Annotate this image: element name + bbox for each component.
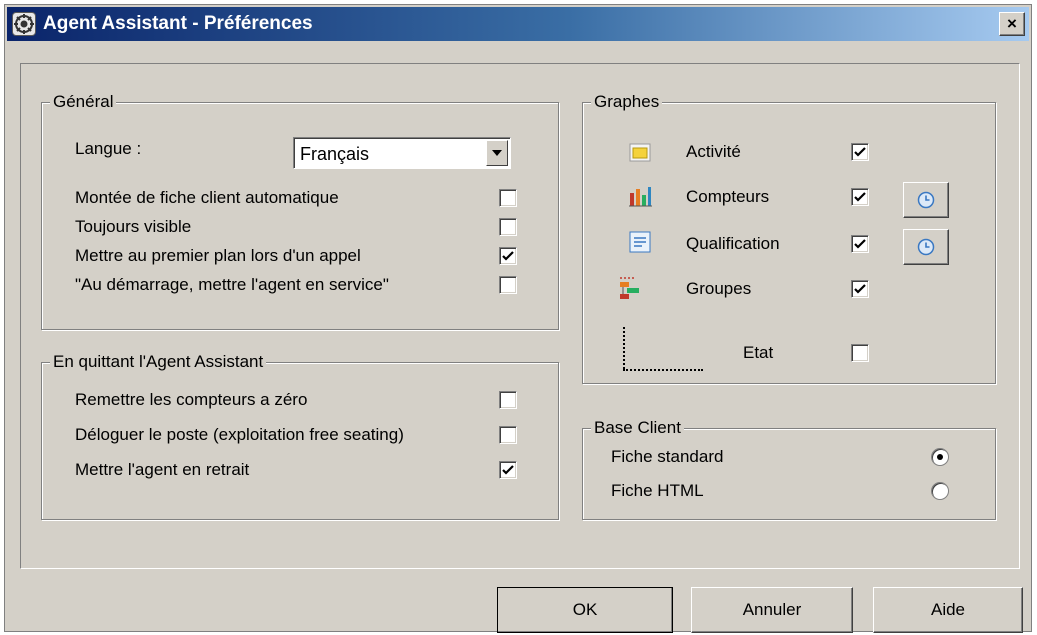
option-agent-withdraw-checkbox[interactable]: [499, 461, 517, 479]
counters-schedule-button[interactable]: [903, 182, 949, 218]
close-button[interactable]: ×: [999, 12, 1025, 36]
title-bar[interactable]: Agent Assistant - Préférences ×: [7, 7, 1029, 41]
activity-icon: [627, 139, 653, 165]
close-icon: ×: [1007, 14, 1017, 33]
option-always-visible-checkbox[interactable]: [499, 218, 517, 236]
bar-chart-icon: [627, 183, 653, 209]
content-panel: Général Langue : Français Montée de fich…: [20, 63, 1020, 569]
standard-file-radio[interactable]: [931, 448, 949, 466]
preferences-dialog: Agent Assistant - Préférences × Général …: [4, 4, 1032, 633]
general-legend: Général: [50, 92, 117, 112]
window-title: Agent Assistant - Préférences: [43, 13, 313, 34]
help-button[interactable]: Aide: [873, 587, 1023, 633]
checkmark-icon: [854, 147, 866, 157]
cancel-button[interactable]: Annuler: [691, 587, 853, 633]
option-reset-counters-label: Remettre les compteurs a zéro: [75, 390, 308, 409]
graph-groups-label: Groupes: [686, 279, 752, 298]
option-logout-station-label: Déloguer le poste (exploitation free sea…: [75, 425, 404, 444]
app-icon: [12, 12, 36, 36]
language-select[interactable]: Français: [293, 137, 511, 169]
checkmark-icon: [502, 465, 514, 475]
form-icon: [627, 229, 653, 255]
option-startup-in-service-checkbox[interactable]: [499, 276, 517, 294]
clock-icon: [917, 191, 935, 209]
on-quit-group: En quittant l'Agent Assistant Remettre l…: [41, 352, 559, 520]
option-auto-client-file-label: Montée de fiche client automatique: [75, 188, 339, 207]
graph-groups-checkbox[interactable]: [851, 280, 869, 298]
chevron-down-icon: [492, 150, 502, 156]
groups-tree-icon: [617, 275, 643, 301]
checkmark-icon: [502, 251, 514, 261]
base-client-group: Base Client Fiche standard Fiche HTML: [582, 418, 996, 520]
graph-activity-label: Activité: [686, 142, 741, 161]
ok-button[interactable]: OK: [497, 587, 673, 633]
graph-activity-checkbox[interactable]: [851, 143, 869, 161]
general-group: Général Langue : Français Montée de fich…: [41, 92, 559, 330]
graphs-group: Graphes Activité Compteurs Qualification…: [582, 92, 996, 384]
graph-state-label: Etat: [743, 343, 774, 362]
base-client-legend: Base Client: [591, 418, 684, 438]
option-bring-front-label: Mettre au premier plan lors d'un appel: [75, 246, 361, 265]
language-value: Français: [300, 144, 370, 164]
graph-counters-checkbox[interactable]: [851, 188, 869, 206]
option-always-visible-label: Toujours visible: [75, 217, 192, 236]
html-file-label: Fiche HTML: [611, 481, 704, 500]
checkmark-icon: [854, 284, 866, 294]
option-startup-in-service-label: "Au démarrage, mettre l'agent en service…: [75, 275, 389, 294]
clock-icon: [917, 238, 935, 256]
html-file-radio[interactable]: [931, 482, 949, 500]
dropdown-arrow-button[interactable]: [486, 140, 508, 166]
graph-qualification-label: Qualification: [686, 234, 780, 253]
option-reset-counters-checkbox[interactable]: [499, 391, 517, 409]
radio-selected-dot: [937, 454, 943, 460]
option-auto-client-file-checkbox[interactable]: [499, 189, 517, 207]
qualification-schedule-button[interactable]: [903, 229, 949, 265]
language-label: Langue :: [75, 139, 142, 158]
option-bring-front-checkbox[interactable]: [499, 247, 517, 265]
option-agent-withdraw-label: Mettre l'agent en retrait: [75, 460, 250, 479]
tree-connector-vertical: [623, 327, 625, 369]
graph-qualification-checkbox[interactable]: [851, 235, 869, 253]
graphs-legend: Graphes: [591, 92, 663, 112]
graph-state-checkbox[interactable]: [851, 344, 869, 362]
checkmark-icon: [854, 192, 866, 202]
option-logout-station-checkbox[interactable]: [499, 426, 517, 444]
checkmark-icon: [854, 239, 866, 249]
standard-file-label: Fiche standard: [611, 447, 724, 466]
graph-counters-label: Compteurs: [686, 187, 770, 206]
tree-connector-horizontal: [623, 369, 703, 371]
on-quit-legend: En quittant l'Agent Assistant: [50, 352, 267, 372]
